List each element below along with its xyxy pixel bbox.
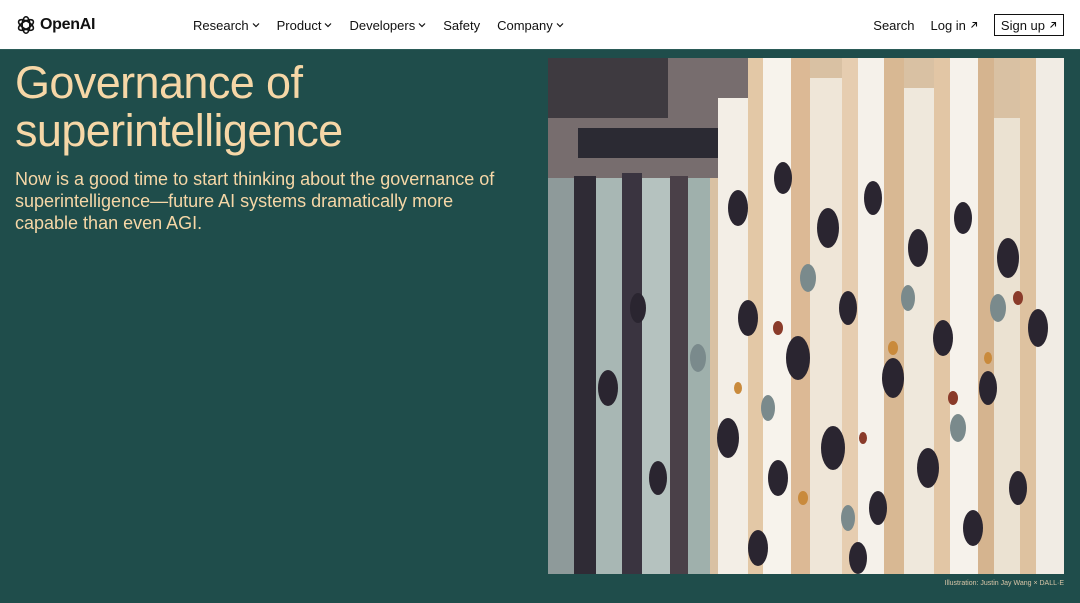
search-link[interactable]: Search — [873, 18, 914, 33]
main-nav: Research Product Developers Safety Compa… — [193, 0, 581, 50]
page-subtitle: Now is a good time to start thinking abo… — [15, 169, 495, 233]
nav-developers[interactable]: Developers — [349, 18, 426, 33]
site-header: OpenAI Research Product Developers Safet… — [0, 0, 1080, 50]
page-title: Governance of superintelligence — [15, 59, 535, 155]
chevron-down-icon — [252, 23, 260, 28]
login-label: Log in — [930, 17, 966, 33]
nav-label: Developers — [349, 17, 416, 33]
signup-button[interactable]: Sign up — [993, 14, 1064, 36]
nav-label: Safety — [443, 17, 481, 33]
nav-company[interactable]: Company — [497, 18, 564, 33]
illustration-caption: Illustration: Justin Jay Wang × DALL·E — [944, 580, 1064, 587]
arrow-up-right-icon — [971, 21, 977, 28]
nav-safety[interactable]: Safety — [443, 18, 480, 33]
login-link[interactable]: Log in — [930, 18, 977, 33]
title-line-2: superintelligence — [15, 105, 343, 156]
chevron-down-icon — [556, 23, 564, 28]
title-line-1: Governance of — [15, 57, 303, 108]
chevron-down-icon — [325, 23, 332, 28]
arrow-up-right-icon — [1050, 21, 1057, 28]
hero-illustration — [548, 58, 1064, 574]
account-nav: Search Log in Sign up — [873, 0, 1064, 50]
logo-text: OpenAI — [40, 16, 96, 33]
nav-product[interactable]: Product — [277, 18, 333, 33]
openai-logo-icon — [17, 15, 35, 35]
signup-label: Sign up — [1000, 17, 1045, 33]
nav-label: Research — [193, 17, 249, 33]
nav-label: Product — [276, 17, 322, 33]
openai-logo[interactable]: OpenAI — [15, 13, 95, 37]
crosswalk-crowd-illustration — [548, 58, 1064, 574]
nav-research[interactable]: Research — [193, 18, 260, 33]
nav-label: Company — [497, 17, 553, 33]
chevron-down-icon — [418, 23, 426, 28]
